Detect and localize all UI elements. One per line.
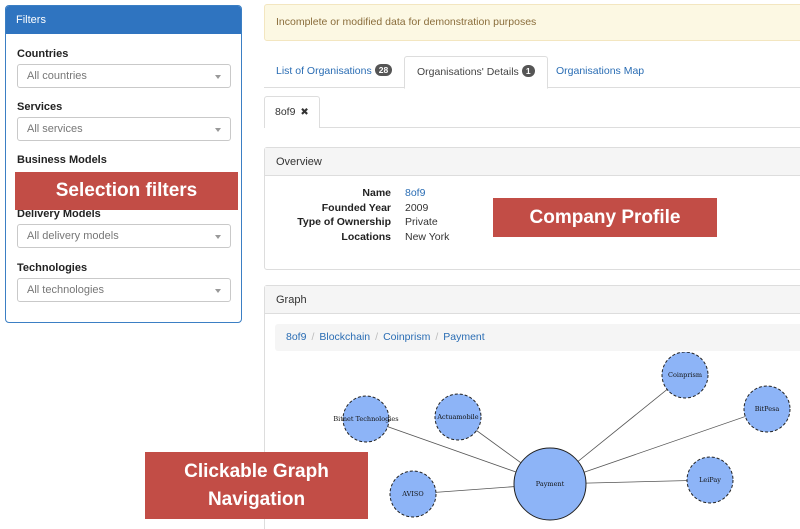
tab-organisations-details[interactable]: Organisations' Details 1 bbox=[404, 56, 548, 89]
chevron-down-icon bbox=[215, 128, 221, 132]
node-label: LeiPay bbox=[699, 476, 721, 484]
node-label: Bitnet Technologies bbox=[333, 415, 398, 423]
founded-year-key: Founded Year bbox=[321, 202, 391, 214]
technologies-select[interactable]: All technologies bbox=[17, 278, 231, 302]
count-badge: 1 bbox=[521, 65, 535, 77]
services-label: Services bbox=[17, 101, 63, 113]
technologies-select-value: All technologies bbox=[27, 284, 105, 296]
locations-key: Locations bbox=[341, 231, 391, 243]
ownership-value: Private bbox=[405, 216, 438, 228]
divider bbox=[320, 127, 800, 128]
ownership-key: Type of Ownership bbox=[297, 216, 391, 228]
delivery-models-select-value: All delivery models bbox=[27, 230, 119, 242]
name-value-link[interactable]: 8of9 bbox=[405, 186, 425, 201]
filters-title: Filters bbox=[6, 6, 241, 34]
demo-data-alert: Incomplete or modified data for demonstr… bbox=[264, 4, 800, 41]
breadcrumb-item-payment[interactable]: Payment bbox=[443, 331, 484, 343]
technologies-label: Technologies bbox=[17, 262, 88, 274]
close-icon[interactable]: ✖ bbox=[300, 107, 308, 118]
breadcrumb: 8of9 / Blockchain / Coinprism / Payment bbox=[275, 324, 800, 351]
business-models-label: Business Models bbox=[17, 154, 107, 166]
breadcrumb-separator: / bbox=[311, 331, 315, 343]
tab-list-of-organisations[interactable]: List of Organisations 28 bbox=[264, 56, 404, 88]
node-label: BitPesa bbox=[755, 405, 780, 413]
tab-label: List of Organisations bbox=[276, 65, 372, 77]
selected-organisation-label: 8of9 bbox=[275, 106, 296, 118]
overview-keys: Name Founded Year Type of Ownership Loca… bbox=[264, 186, 391, 246]
delivery-models-select[interactable]: All delivery models bbox=[17, 224, 231, 248]
breadcrumb-item-coinprism[interactable]: Coinprism bbox=[383, 331, 430, 343]
filters-panel: Filters Countries All countries Services… bbox=[5, 5, 242, 323]
callout-line: Navigation bbox=[207, 489, 306, 510]
company-profile-callout: Company Profile bbox=[493, 198, 717, 237]
services-select-value: All services bbox=[27, 123, 83, 135]
count-badge: 28 bbox=[374, 64, 393, 76]
node-label: Coinprism bbox=[668, 371, 702, 379]
node-label: Payment bbox=[536, 480, 565, 488]
countries-select[interactable]: All countries bbox=[17, 64, 231, 88]
callout-line: Clickable Graph bbox=[184, 461, 329, 482]
name-key: Name bbox=[362, 187, 391, 199]
tab-label: Organisations Map bbox=[556, 65, 645, 77]
countries-select-value: All countries bbox=[27, 70, 87, 82]
breadcrumb-item-8of9[interactable]: 8of9 bbox=[286, 331, 306, 343]
chevron-down-icon bbox=[215, 235, 221, 239]
breadcrumb-separator: / bbox=[375, 331, 379, 343]
tab-organisations-map[interactable]: Organisations Map bbox=[544, 56, 656, 88]
selected-organisation-tab[interactable]: 8of9 ✖ bbox=[264, 96, 320, 128]
locations-value: New York bbox=[405, 231, 450, 243]
node-label: Actuamobile bbox=[436, 413, 478, 421]
breadcrumb-item-blockchain[interactable]: Blockchain bbox=[319, 331, 370, 343]
services-select[interactable]: All services bbox=[17, 117, 231, 141]
chevron-down-icon bbox=[215, 75, 221, 79]
chevron-down-icon bbox=[215, 289, 221, 293]
tab-bar: List of Organisations 28 Organisations' D… bbox=[264, 56, 800, 89]
overview-title: Overview bbox=[265, 148, 800, 176]
graph-title: Graph bbox=[265, 286, 800, 314]
graph-navigation-callout: Clickable Graph Navigation bbox=[145, 452, 368, 519]
tab-label: Organisations' Details bbox=[417, 66, 519, 78]
breadcrumb-separator: / bbox=[435, 331, 439, 343]
selection-filters-callout: Selection filters bbox=[15, 172, 238, 210]
founded-year-value: 2009 bbox=[405, 202, 429, 214]
node-label: AVISO bbox=[401, 490, 423, 498]
countries-label: Countries bbox=[17, 48, 69, 60]
